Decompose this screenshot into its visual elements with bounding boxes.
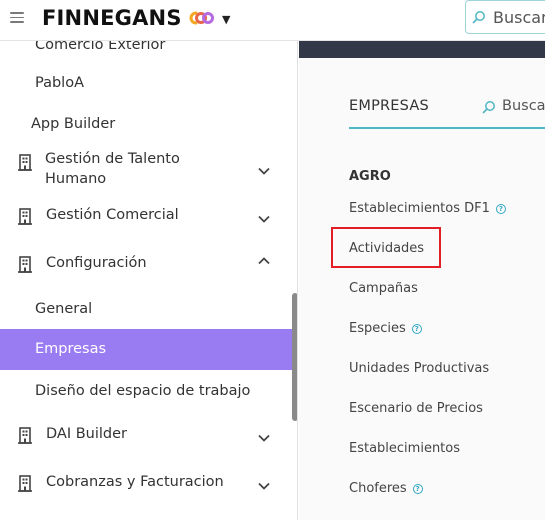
sidebar-item-app-builder[interactable]: App Builder xyxy=(0,113,293,135)
help-icon[interactable]: ? xyxy=(412,484,423,494)
global-search-input[interactable]: Buscar xyxy=(465,0,545,34)
building-icon xyxy=(18,475,32,492)
chevron-down-icon[interactable] xyxy=(258,167,270,175)
building-icon xyxy=(18,208,32,225)
chevron-down-icon[interactable] xyxy=(258,215,270,223)
tab-empresas[interactable]: EMPRESAS xyxy=(349,98,429,114)
help-icon[interactable]: ? xyxy=(495,204,506,214)
sidebar-group-label: Cobranzas y Facturacion xyxy=(46,474,224,490)
sidebar-group-cobranzas-facturacion[interactable]: Cobranzas y Facturacion xyxy=(0,470,293,496)
sidebar-group-gestion-talento-humano[interactable]: Gestión de Talento Humano xyxy=(0,147,293,189)
main-panel: EMPRESAS Buscar AGRO Establecimientos DF… xyxy=(299,41,545,520)
list-item-campanas[interactable]: Campañas xyxy=(349,281,418,296)
sidebar-group-label: Configuración xyxy=(46,255,147,271)
search-icon xyxy=(472,11,485,24)
sidebar-group-label: Gestión de Talento xyxy=(45,151,180,167)
chevron-down-icon[interactable] xyxy=(258,434,270,442)
sidebar: Comercio Exterior PabloA App Builder Ges… xyxy=(0,41,298,520)
brand-logo-icon xyxy=(189,11,214,25)
list-item-establecimientos-df1[interactable]: Establecimientos DF1? xyxy=(349,201,506,216)
chevron-down-icon[interactable] xyxy=(258,482,270,490)
menu-icon[interactable] xyxy=(10,12,24,24)
brand-name[interactable]: FINNEGANS xyxy=(42,6,182,30)
building-icon xyxy=(18,427,32,444)
main-header-band xyxy=(299,41,545,58)
sidebar-group-gestion-comercial[interactable]: Gestión Comercial xyxy=(0,203,293,229)
sidebar-group-label: DAI Builder xyxy=(46,426,127,442)
sidebar-item-empresas[interactable]: Empresas xyxy=(0,329,293,370)
sidebar-group-label: Humano xyxy=(45,171,107,187)
section-title: AGRO xyxy=(349,169,391,184)
module-search-input[interactable]: Buscar xyxy=(502,98,545,114)
sidebar-item-general[interactable]: General xyxy=(0,298,293,320)
building-icon xyxy=(18,154,32,171)
sidebar-item-pabloa[interactable]: PabloA xyxy=(0,72,293,94)
search-icon[interactable] xyxy=(482,100,496,114)
sidebar-group-label: Gestión Comercial xyxy=(46,207,179,223)
highlight-box xyxy=(331,227,441,268)
list-item-choferes[interactable]: Choferes? xyxy=(349,481,423,496)
top-bar: FINNEGANS ▼ Buscar xyxy=(0,0,545,41)
list-item-escenario-precios[interactable]: Escenario de Precios xyxy=(349,401,483,416)
help-icon[interactable]: ? xyxy=(411,324,422,334)
brand-dropdown-icon[interactable]: ▼ xyxy=(222,13,230,26)
sidebar-item-comercio-exterior[interactable]: Comercio Exterior xyxy=(0,41,293,56)
building-icon xyxy=(18,256,32,273)
sidebar-scrollbar[interactable] xyxy=(292,293,297,421)
sidebar-group-dai-builder[interactable]: DAI Builder xyxy=(0,422,293,448)
list-item-especies[interactable]: Especies? xyxy=(349,321,422,336)
chevron-up-icon[interactable] xyxy=(258,257,270,265)
tab-underline xyxy=(349,127,545,129)
sidebar-group-configuracion[interactable]: Configuración xyxy=(0,251,293,277)
list-item-establecimientos[interactable]: Establecimientos xyxy=(349,441,460,456)
sidebar-item-diseno-espacio-trabajo[interactable]: Diseño del espacio de trabajo xyxy=(0,380,293,402)
list-item-unidades-productivas[interactable]: Unidades Productivas xyxy=(349,361,489,376)
search-placeholder: Buscar xyxy=(493,8,545,27)
